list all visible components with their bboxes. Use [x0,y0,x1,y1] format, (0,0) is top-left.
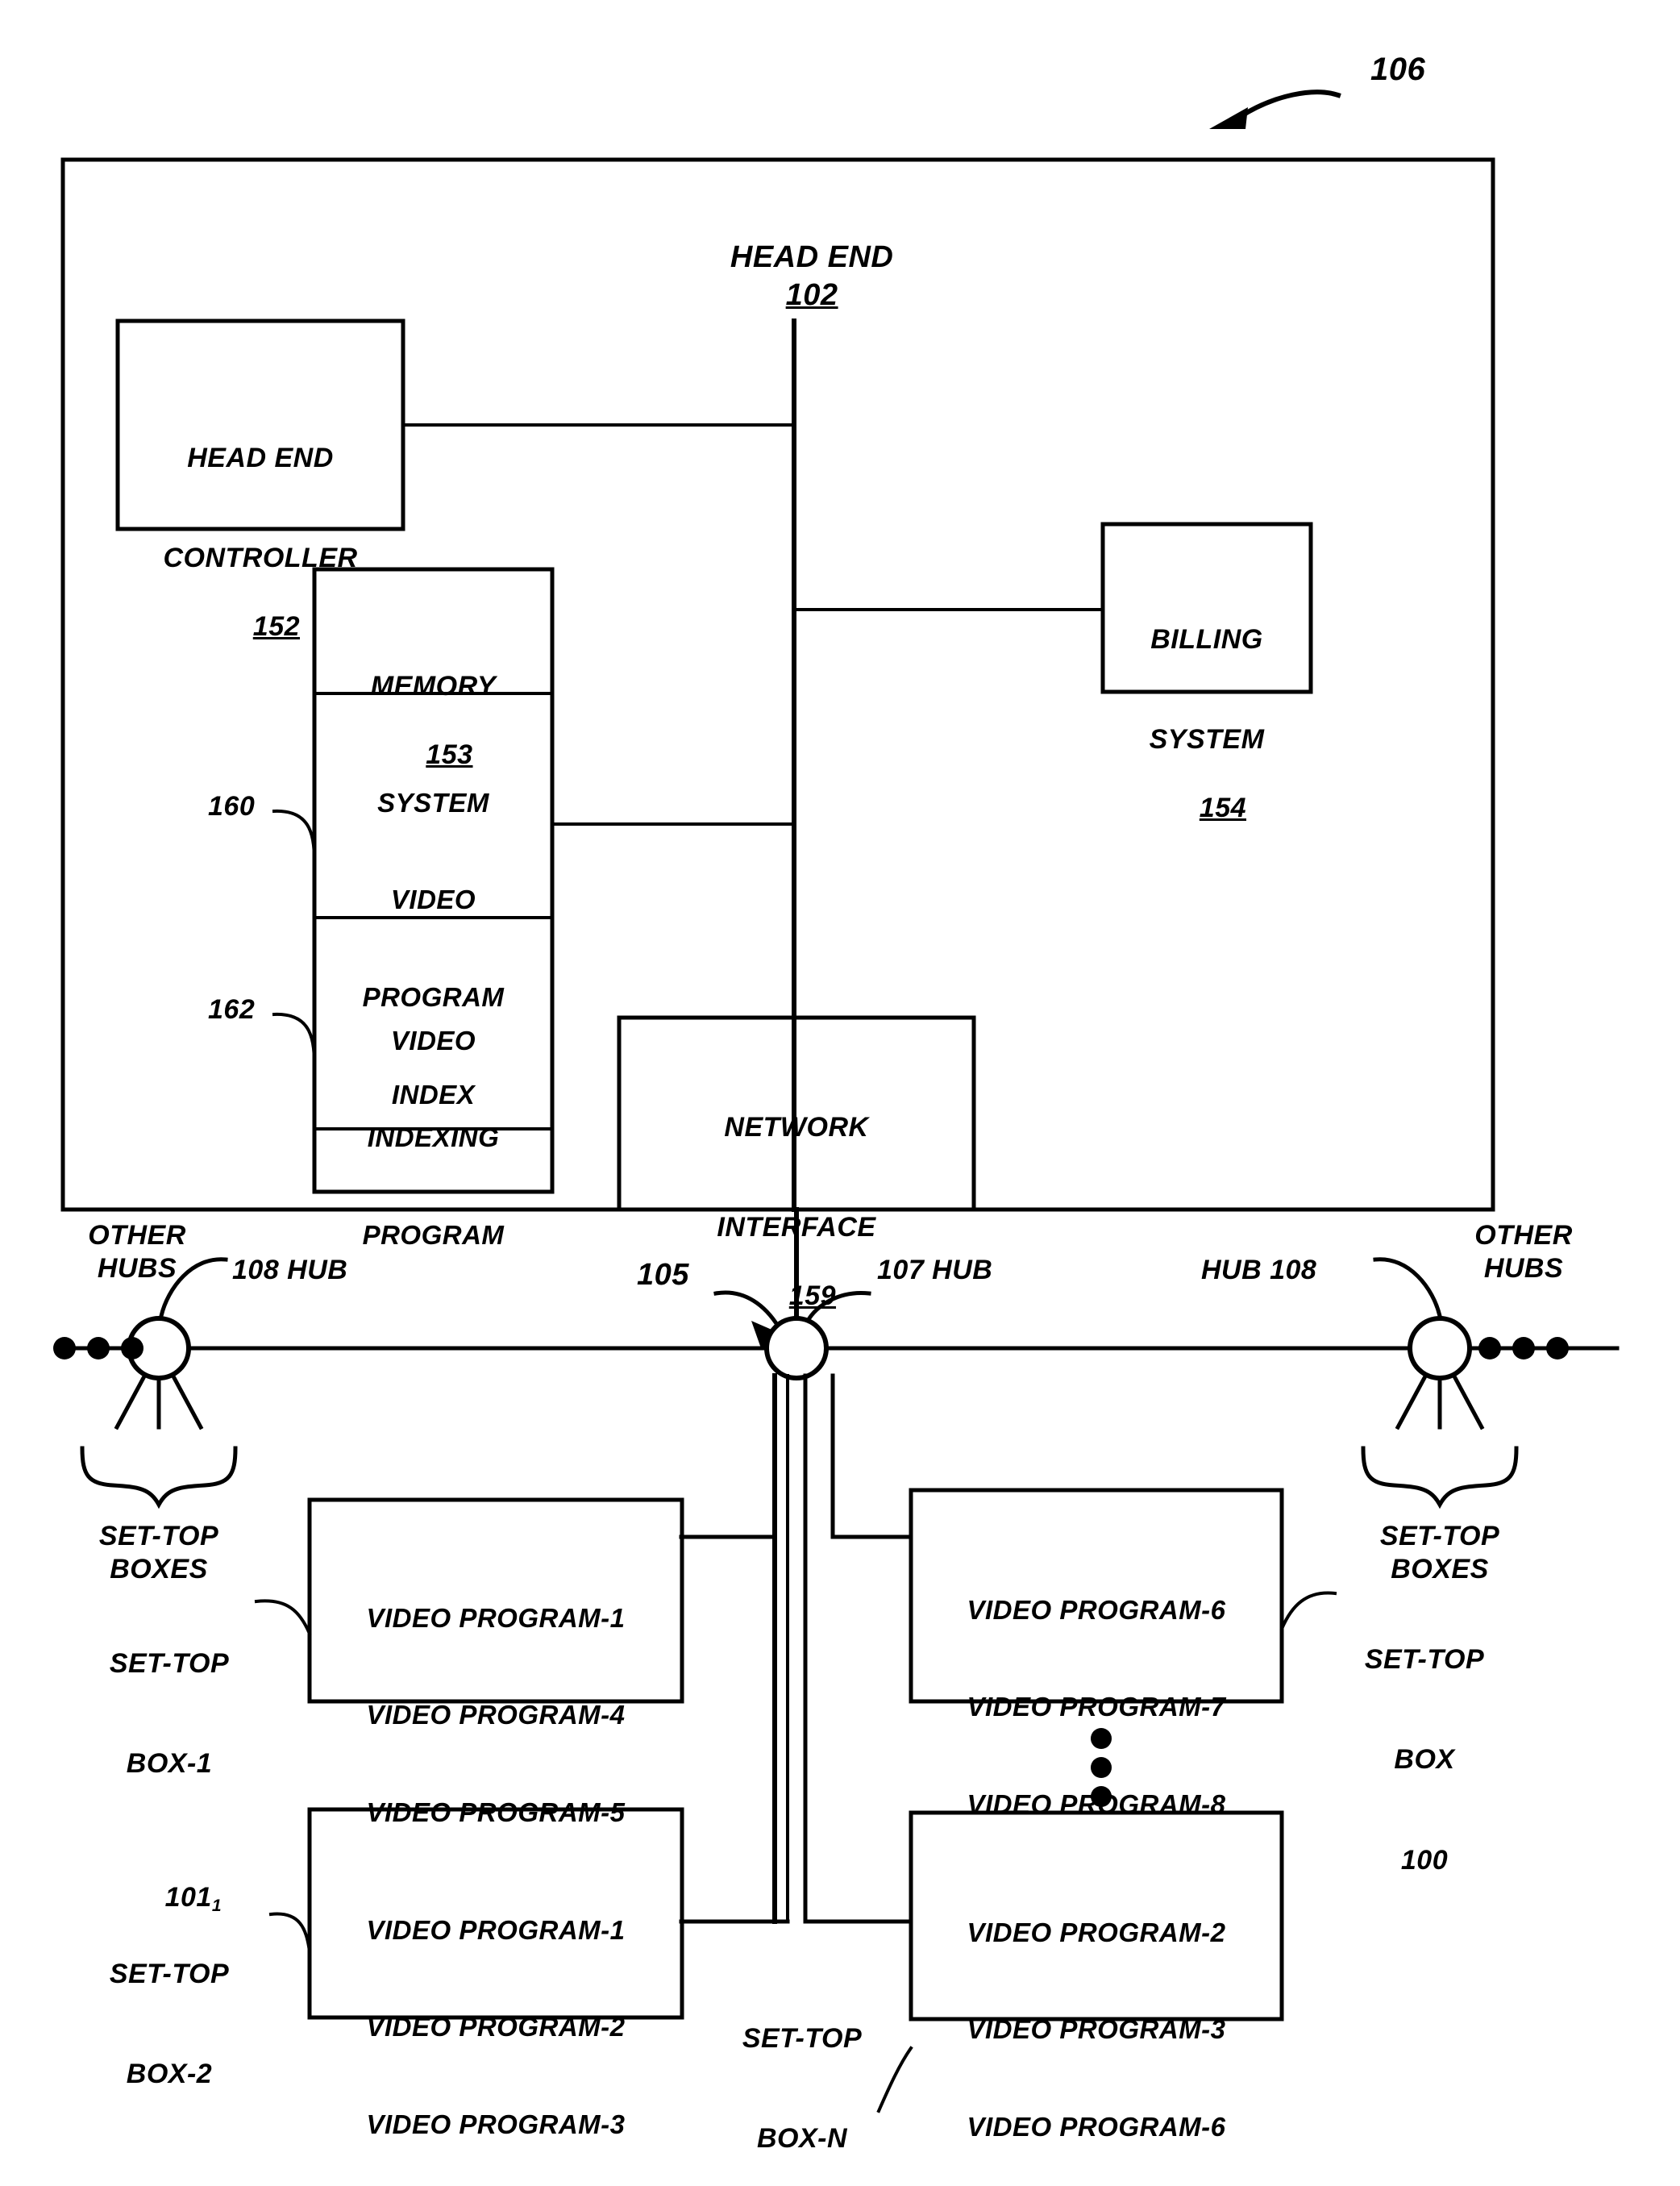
head-end-numeral: 102 [785,277,838,312]
stb-n-program-2: VIDEO PROGRAM-3 [967,2014,1226,2045]
left-ellipsis-dot-3 [121,1337,143,1359]
stb-1-label-line-1: SET-TOP [109,1647,230,1679]
controller-numeral: 152 [252,611,301,643]
ni-numeral: 159 [788,1280,837,1312]
left-hub-leg-l [114,1372,148,1430]
stb-1-programs: VIDEO PROGRAM-1 VIDEO PROGRAM-4 VIDEO PR… [310,1537,682,1894]
stb-2-numeral-wrap: 1012 [81,2159,258,2186]
vip-line-1: VIDEO [390,1025,476,1056]
video-indexing-program-label: VIDEO INDEXING PROGRAM [314,960,552,1317]
stb-100-program-3: VIDEO PROGRAM-8 [967,1789,1226,1819]
stb-100-label-line-1: SET-TOP [1364,1643,1485,1675]
left-ellipsis-dot-1 [53,1337,76,1359]
stb-2-program-2: VIDEO PROGRAM-2 [366,2012,626,2042]
left-hub-label: 108 HUB [232,1255,348,1285]
svpi-line-1: SYSTEM [377,787,489,818]
right-brace [1361,1446,1519,1509]
controller-line-2: CONTROLLER [163,543,358,574]
head-end-title-text: HEAD END [730,240,894,275]
stb-1-program-3: VIDEO PROGRAM-5 [366,1797,626,1827]
stb-2-label-line-2: BOX-2 [126,2059,213,2090]
left-other-hubs-label: OTHER HUBS [88,1220,186,1285]
stb-100-leader [1279,1591,1337,1631]
right-hub-leg-r [1450,1372,1485,1430]
network-interface-label: NETWORK INTERFACE 159 [619,1044,974,1347]
vip-line-3: PROGRAM [362,1220,505,1250]
patent-figure-page: 106 HEAD END 102 HEAD END CONTROLLER 152… [0,0,1680,2186]
center-hub-label: 107 HUB [877,1255,993,1285]
callout-160-label: 160 [208,791,256,822]
head-end-title: HEAD END 102 [593,202,996,351]
billing-line-2: SYSTEM [1149,724,1265,756]
left-ellipsis-dot-2 [87,1337,110,1359]
left-brace [80,1446,238,1509]
right-ellipsis-dot-3 [1546,1337,1569,1359]
billing-line-1: BILLING [1150,623,1263,655]
right-hub-circle [1408,1316,1472,1380]
stb-2-label: SET-TOP BOX-2 1012 [81,1891,258,2186]
stb-1-leader [254,1599,312,1636]
left-hub-leg-r [169,1372,204,1430]
right-ellipsis-dot-2 [1512,1337,1535,1359]
ref-106-label: 106 [1370,52,1426,87]
stb-2-program-3: VIDEO PROGRAM-3 [366,2109,626,2139]
callout-160-leader [272,809,317,867]
stb-100-label: SET-TOP BOX 100 [1332,1576,1517,1944]
ni-line-1: NETWORK [724,1111,869,1143]
callout-162-leader [272,1012,317,1070]
stb-100-program-2: VIDEO PROGRAM-7 [967,1692,1226,1722]
stb-1-label-line-2: BOX-1 [126,1748,213,1780]
billing-system-label: BILLING SYSTEM 154 [1103,556,1311,859]
stb-100-program-1: VIDEO PROGRAM-6 [967,1594,1226,1625]
ref-106-leader [1236,90,1341,121]
left-brace-label: SET-TOP BOXES [98,1521,219,1585]
right-other-hubs-label: OTHER HUBS [1474,1220,1573,1285]
stb-2-programs: VIDEO PROGRAM-1 VIDEO PROGRAM-2 VIDEO PR… [310,1849,682,2186]
ni-line-2: INTERFACE [717,1212,876,1243]
callout-162-label: 162 [208,994,256,1025]
vip-line-2: INDEXING [367,1122,500,1153]
stb-2-leader [268,1912,312,1954]
right-hub-leader [1373,1257,1443,1319]
stb-n-label-line-2: BOX-N [756,2123,848,2155]
stb-n-label: SET-TOP BOX-N 101N [713,1955,891,2186]
memory-title: MEMORY [370,670,497,702]
billing-numeral: 154 [1199,793,1247,824]
stb-1-program-1: VIDEO PROGRAM-1 [366,1602,626,1633]
stb-2-label-line-1: SET-TOP [109,1958,230,1989]
stb-100-numeral: 100 [1400,1844,1449,1876]
right-ellipsis-dot-1 [1478,1337,1501,1359]
right-hub-label: HUB 108 [1201,1255,1317,1285]
stb-100-programs: VIDEO PROGRAM-6 VIDEO PROGRAM-7 VIDEO PR… [911,1529,1282,1886]
stb-n-label-line-1: SET-TOP [742,2022,863,2054]
stb-n-program-1: VIDEO PROGRAM-2 [967,1917,1226,1947]
ref-106-arrowhead [1209,107,1248,129]
stb-100-label-line-2: BOX [1394,1744,1455,1776]
stb-n-program-3: VIDEO PROGRAM-6 [967,2112,1226,2142]
svpi-line-2: VIDEO [390,885,476,915]
stb-1-program-2: VIDEO PROGRAM-4 [366,1700,626,1730]
controller-line-1: HEAD END [187,442,334,473]
ref-105-label: 105 [637,1258,689,1292]
stb-2-program-1: VIDEO PROGRAM-1 [366,1914,626,1945]
right-hub-leg-l [1395,1372,1429,1430]
stb-n-programs: VIDEO PROGRAM-2 VIDEO PROGRAM-3 VIDEO PR… [911,1851,1282,2186]
